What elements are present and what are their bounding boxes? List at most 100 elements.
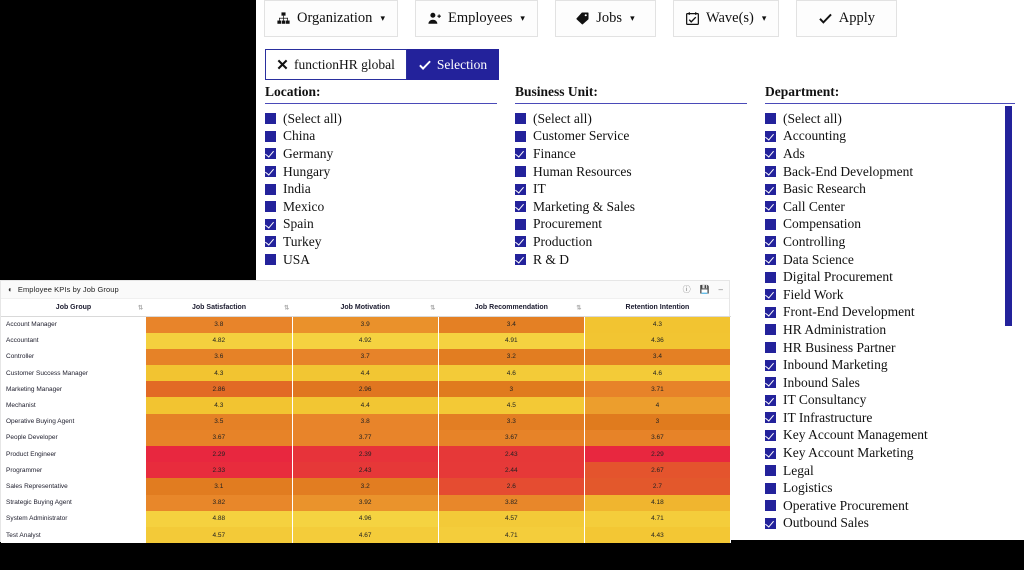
checkbox-unchecked-icon[interactable]: [265, 113, 276, 124]
tab-selection[interactable]: Selection: [407, 49, 499, 80]
checkbox-checked-icon[interactable]: [765, 377, 776, 388]
location-item[interactable]: Mexico: [265, 198, 506, 216]
checkbox-checked-icon[interactable]: [765, 131, 776, 142]
column-header-job-group[interactable]: Job Group⇅: [1, 299, 146, 317]
checkbox-unchecked-icon[interactable]: [765, 219, 776, 230]
department-item[interactable]: HR Business Partner: [765, 339, 1024, 357]
sort-arrows-icon[interactable]: ⇅: [576, 304, 581, 311]
location-item[interactable]: Turkey: [265, 233, 506, 251]
department-item[interactable]: Ads: [765, 145, 1024, 163]
business-unit-item[interactable]: IT: [515, 180, 756, 198]
checkbox-checked-icon[interactable]: [765, 201, 776, 212]
location-item[interactable]: Germany: [265, 145, 506, 163]
checkbox-unchecked-icon[interactable]: [765, 113, 776, 124]
checkbox-unchecked-icon[interactable]: [765, 342, 776, 353]
checkbox-checked-icon[interactable]: [765, 166, 776, 177]
department-item[interactable]: (Select all): [765, 110, 1024, 128]
info-icon[interactable]: ⓘ: [683, 286, 691, 294]
department-item[interactable]: Call Center: [765, 198, 1024, 216]
column-header-retention-intention[interactable]: Retention Intention: [584, 299, 730, 317]
department-item[interactable]: Accounting: [765, 128, 1024, 146]
checkbox-unchecked-icon[interactable]: [265, 184, 276, 195]
checkbox-checked-icon[interactable]: [765, 184, 776, 195]
checkbox-checked-icon[interactable]: [515, 236, 526, 247]
checkbox-checked-icon[interactable]: [515, 184, 526, 195]
location-item[interactable]: India: [265, 180, 506, 198]
checkbox-checked-icon[interactable]: [265, 236, 276, 247]
checkbox-unchecked-icon[interactable]: [515, 113, 526, 124]
checkbox-unchecked-icon[interactable]: [515, 131, 526, 142]
checkbox-checked-icon[interactable]: [515, 201, 526, 212]
checkbox-unchecked-icon[interactable]: [765, 324, 776, 335]
checkbox-checked-icon[interactable]: [765, 254, 776, 265]
checkbox-checked-icon[interactable]: [515, 148, 526, 159]
checkbox-checked-icon[interactable]: [765, 395, 776, 406]
department-item[interactable]: Key Account Marketing: [765, 444, 1024, 462]
tab-functionhr-global[interactable]: functionHR global: [265, 49, 407, 80]
department-item[interactable]: Logistics: [765, 479, 1024, 497]
department-item[interactable]: Compensation: [765, 216, 1024, 234]
sort-arrows-icon[interactable]: ⇅: [138, 304, 143, 311]
department-item[interactable]: IT Infrastructure: [765, 409, 1024, 427]
department-item[interactable]: Inbound Sales: [765, 374, 1024, 392]
download-icon[interactable]: 💾: [700, 286, 710, 294]
sort-arrows-icon[interactable]: ⇅: [430, 304, 435, 311]
checkbox-checked-icon[interactable]: [765, 518, 776, 529]
checkbox-checked-icon[interactable]: [765, 289, 776, 300]
department-item[interactable]: Field Work: [765, 286, 1024, 304]
toolbar-button-wave-s[interactable]: Wave(s)▾: [673, 0, 779, 37]
checkbox-checked-icon[interactable]: [765, 430, 776, 441]
department-item[interactable]: Outbound Sales: [765, 515, 1024, 533]
checkbox-checked-icon[interactable]: [765, 307, 776, 318]
checkbox-unchecked-icon[interactable]: [515, 219, 526, 230]
business-unit-item[interactable]: R & D: [515, 251, 756, 269]
department-item[interactable]: Key Account Management: [765, 427, 1024, 445]
checkbox-checked-icon[interactable]: [765, 448, 776, 459]
toolbar-button-apply[interactable]: Apply: [796, 0, 897, 37]
department-item[interactable]: Digital Procurement: [765, 268, 1024, 286]
business-unit-item[interactable]: Procurement: [515, 216, 756, 234]
column-header-job-recommendation[interactable]: Job Recommendation⇅: [438, 299, 584, 317]
business-unit-item[interactable]: Production: [515, 233, 756, 251]
sort-arrows-icon[interactable]: ⇅: [284, 304, 289, 311]
checkbox-checked-icon[interactable]: [265, 219, 276, 230]
checkbox-checked-icon[interactable]: [265, 148, 276, 159]
checkbox-unchecked-icon[interactable]: [265, 254, 276, 265]
location-item[interactable]: Hungary: [265, 163, 506, 181]
department-item[interactable]: HR Administration: [765, 321, 1024, 339]
business-unit-item[interactable]: Finance: [515, 145, 756, 163]
department-item[interactable]: Inbound Marketing: [765, 356, 1024, 374]
department-item[interactable]: Back-End Development: [765, 163, 1024, 181]
checkbox-unchecked-icon[interactable]: [765, 483, 776, 494]
checkbox-checked-icon[interactable]: [765, 236, 776, 247]
business-unit-item[interactable]: (Select all): [515, 110, 756, 128]
department-scrollbar-thumb[interactable]: [1005, 106, 1012, 326]
checkbox-unchecked-icon[interactable]: [765, 465, 776, 476]
department-item[interactable]: Legal: [765, 462, 1024, 480]
toolbar-button-employees[interactable]: Employees▾: [415, 0, 538, 37]
location-item[interactable]: Spain: [265, 216, 506, 234]
minimize-icon[interactable]: –: [719, 286, 723, 294]
location-item[interactable]: USA: [265, 251, 506, 269]
checkbox-unchecked-icon[interactable]: [265, 131, 276, 142]
department-item[interactable]: Data Science: [765, 251, 1024, 269]
location-item[interactable]: (Select all): [265, 110, 506, 128]
department-item[interactable]: Controlling: [765, 233, 1024, 251]
column-header-job-satisfaction[interactable]: Job Satisfaction⇅: [146, 299, 292, 317]
checkbox-unchecked-icon[interactable]: [515, 166, 526, 177]
checkbox-checked-icon[interactable]: [765, 412, 776, 423]
location-item[interactable]: China: [265, 128, 506, 146]
checkbox-checked-icon[interactable]: [515, 254, 526, 265]
business-unit-item[interactable]: Marketing & Sales: [515, 198, 756, 216]
department-item[interactable]: Operative Procurement: [765, 497, 1024, 515]
column-header-job-motivation[interactable]: Job Motivation⇅: [292, 299, 438, 317]
checkbox-unchecked-icon[interactable]: [765, 500, 776, 511]
checkbox-unchecked-icon[interactable]: [765, 272, 776, 283]
checkbox-checked-icon[interactable]: [265, 166, 276, 177]
checkbox-unchecked-icon[interactable]: [265, 201, 276, 212]
department-item[interactable]: Front-End Development: [765, 304, 1024, 322]
toolbar-button-jobs[interactable]: Jobs▾: [555, 0, 656, 37]
department-item[interactable]: Basic Research: [765, 180, 1024, 198]
checkbox-checked-icon[interactable]: [765, 360, 776, 371]
business-unit-item[interactable]: Human Resources: [515, 163, 756, 181]
